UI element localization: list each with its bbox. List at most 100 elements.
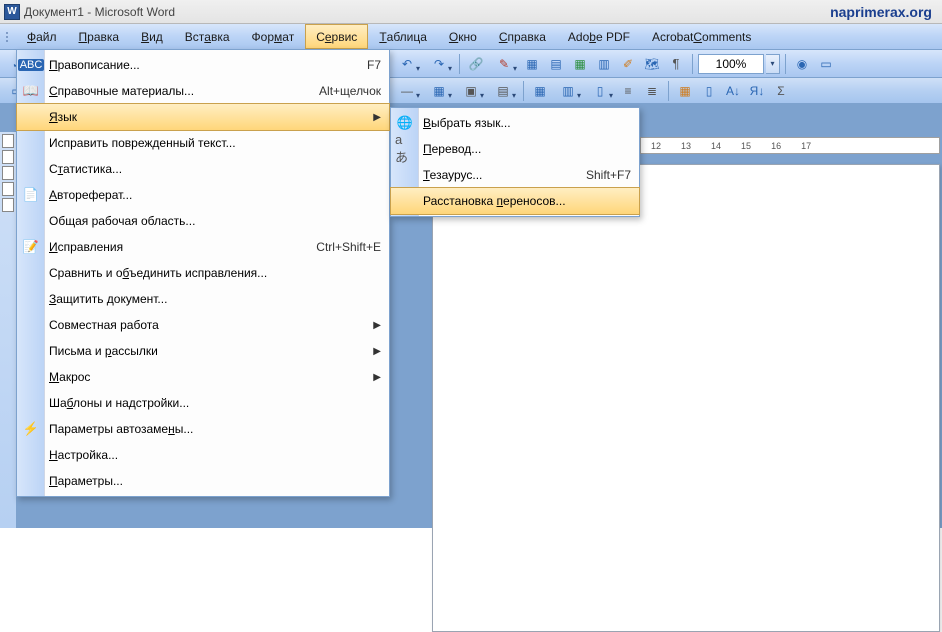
menu-item-options[interactable]: Параметры...Параметры... (17, 468, 389, 494)
zoom-dropdown-icon[interactable]: ▾ (766, 54, 780, 74)
menu-item-statistics[interactable]: Статистика...Статистика... (17, 156, 389, 182)
nav-thumb-icon[interactable] (2, 150, 14, 164)
border-icon[interactable]: ▣ (456, 80, 486, 102)
distribute-rows-icon[interactable]: ≣ (641, 80, 663, 102)
left-edge-toolbar (0, 132, 17, 528)
ruler-mark: 12 (651, 141, 661, 151)
word-app-icon: W (4, 4, 20, 20)
autosum-icon[interactable]: Σ (770, 80, 792, 102)
nav-thumb-icon[interactable] (2, 182, 14, 196)
submenu-arrow-icon: ▶ (373, 112, 381, 123)
submenu-arrow-icon: ▶ (373, 372, 381, 383)
brand-watermark: naprimerax.org (830, 4, 938, 20)
submenu-item-hyphenation[interactable]: Расстановка переносов...Расстановка пере… (391, 188, 639, 214)
menu-item-autoabstract[interactable]: 📄 Автореферат...Автореферат... (17, 182, 389, 208)
menu-item-autocorrect[interactable]: ⚡ Параметры автозамены...Параметры автоз… (17, 416, 389, 442)
menu-format[interactable]: ФорматФормат (241, 24, 306, 49)
track-changes-icon: 📝 (21, 237, 41, 257)
service-menu-dropdown: ABC Правописание...Правописание... F7 📖 … (16, 49, 390, 497)
menu-service[interactable]: СервисСервис (305, 24, 368, 49)
menu-help[interactable]: СправкаСправка (488, 24, 557, 49)
shortcut-text: Ctrl+Shift+E (316, 240, 381, 254)
tables-borders-icon[interactable]: ▦ (521, 53, 543, 75)
toolbar-separator (668, 81, 669, 101)
show-paragraph-icon[interactable]: ¶ (665, 53, 687, 75)
shortcut-text: Alt+щелчок (319, 84, 381, 98)
merge-cells-icon[interactable]: ▥ (553, 80, 583, 102)
sort-desc-icon[interactable]: Я↓ (746, 80, 768, 102)
toolbar-separator (523, 81, 524, 101)
menu-item-protect[interactable]: Защитить документ...Защитить документ... (17, 286, 389, 312)
ruler-mark: 16 (771, 141, 781, 151)
language-submenu: 🌐 Выбрать язык...Выбрать язык... aあ Пере… (390, 107, 640, 217)
ruler-mark: 14 (711, 141, 721, 151)
reference-book-icon: 📖 (21, 81, 41, 101)
document-page[interactable] (432, 164, 940, 632)
pen-highlight-icon[interactable]: ✎ (489, 53, 519, 75)
shortcut-text: F7 (367, 58, 381, 72)
menu-window[interactable]: ОкноОкно (438, 24, 488, 49)
insert-worksheet-icon[interactable]: ▦ (569, 53, 591, 75)
menu-item-spelling[interactable]: ABC Правописание...Правописание... F7 (17, 52, 389, 78)
menu-table[interactable]: ТаблицаТаблица (368, 24, 438, 49)
insert-table-icon[interactable]: ▤ (545, 53, 567, 75)
zoom-input[interactable]: 100% (698, 54, 764, 74)
menu-item-macro[interactable]: МакросМакрос ▶ (17, 364, 389, 390)
align-top-icon[interactable]: ≡ (617, 80, 639, 102)
horizontal-ruler[interactable]: 12 13 14 15 16 17 (640, 137, 940, 154)
nav-thumb-icon[interactable] (2, 134, 14, 148)
menu-adobe-pdf[interactable]: Adobe PDFAdobe PDF (557, 24, 641, 49)
toolbar-separator (692, 54, 693, 74)
menu-acrobat-comments[interactable]: Acrobat CommentsAcrobat Comments (641, 24, 762, 49)
menu-item-templates[interactable]: Шаблоны и надстройки...Шаблоны и надстро… (17, 390, 389, 416)
menu-item-language[interactable]: ЯзыкЯзык ▶ (17, 104, 389, 130)
nav-thumb-icon[interactable] (2, 198, 14, 212)
submenu-item-thesaurus[interactable]: Тезаурус...Тезаурус... Shift+F7 (391, 162, 639, 188)
undo-icon[interactable]: ↶ (392, 53, 422, 75)
menu-insert[interactable]: ВставкаВставка (174, 24, 241, 49)
shading-icon[interactable]: ▤ (488, 80, 518, 102)
submenu-item-translate[interactable]: aあ Перевод...Перевод... (391, 136, 639, 162)
menu-edit[interactable]: ПравкаПравка (68, 24, 131, 49)
toolbar-separator (459, 54, 460, 74)
hyperlink-icon[interactable]: 🔗 (465, 53, 487, 75)
help-icon[interactable]: ◉ (791, 53, 813, 75)
menu-file[interactable]: ФФайлайл (16, 24, 68, 49)
shortcut-text: Shift+F7 (586, 168, 631, 182)
columns-icon[interactable]: ▥ (593, 53, 615, 75)
insert-table-btn-icon[interactable]: ▦ (529, 80, 551, 102)
submenu-item-choose-language[interactable]: 🌐 Выбрать язык...Выбрать язык... (391, 110, 639, 136)
document-map-icon[interactable]: 🗺 (641, 53, 663, 75)
menu-item-customize[interactable]: Настройка...Настройка... (17, 442, 389, 468)
sort-asc-icon[interactable]: A↓ (722, 80, 744, 102)
read-mode-icon[interactable]: ▭ (815, 53, 837, 75)
ruler-mark: 13 (681, 141, 691, 151)
translate-icon: aあ (395, 139, 415, 159)
submenu-arrow-icon: ▶ (373, 346, 381, 357)
chart-icon[interactable]: ▯ (698, 80, 720, 102)
autoabstract-icon: 📄 (21, 185, 41, 205)
toolbar-separator (785, 54, 786, 74)
menu-item-collab[interactable]: Совместная работаСовместная работа ▶ (17, 312, 389, 338)
drawing-icon[interactable]: ✐ (617, 53, 639, 75)
redo-icon[interactable]: ↷ (424, 53, 454, 75)
spelling-abc-icon: ABC (21, 55, 41, 75)
autocorrect-lightning-icon: ⚡ (21, 419, 41, 439)
autoformat-icon[interactable]: ▦ (674, 80, 696, 102)
split-cells-icon[interactable]: ▯ (585, 80, 615, 102)
menu-view[interactable]: ВидВид (130, 24, 174, 49)
nav-thumb-icon[interactable] (2, 166, 14, 180)
menu-item-reference[interactable]: 📖 Справочные материалы...Справочные мате… (17, 78, 389, 104)
border-color-icon[interactable]: ▦ (424, 80, 454, 102)
menubar-grip[interactable] (6, 24, 12, 49)
menu-item-track-changes[interactable]: 📝 ИсправленияИсправления Ctrl+Shift+E (17, 234, 389, 260)
ruler-mark: 17 (801, 141, 811, 151)
menu-item-fix-text[interactable]: Исправить поврежденный текст...Исправить… (17, 130, 389, 156)
submenu-arrow-icon: ▶ (373, 320, 381, 331)
line-style-icon[interactable]: — (392, 80, 422, 102)
menu-item-workspace[interactable]: Общая рабочая область...Общая рабочая об… (17, 208, 389, 234)
globe-icon: 🌐 (395, 113, 415, 133)
title-bar: W Документ1 - Microsoft Word naprimerax.… (0, 0, 942, 24)
menu-item-mailings[interactable]: Письма и рассылкиПисьма и рассылки ▶ (17, 338, 389, 364)
menu-item-compare[interactable]: Сравнить и объединить исправления...Срав… (17, 260, 389, 286)
